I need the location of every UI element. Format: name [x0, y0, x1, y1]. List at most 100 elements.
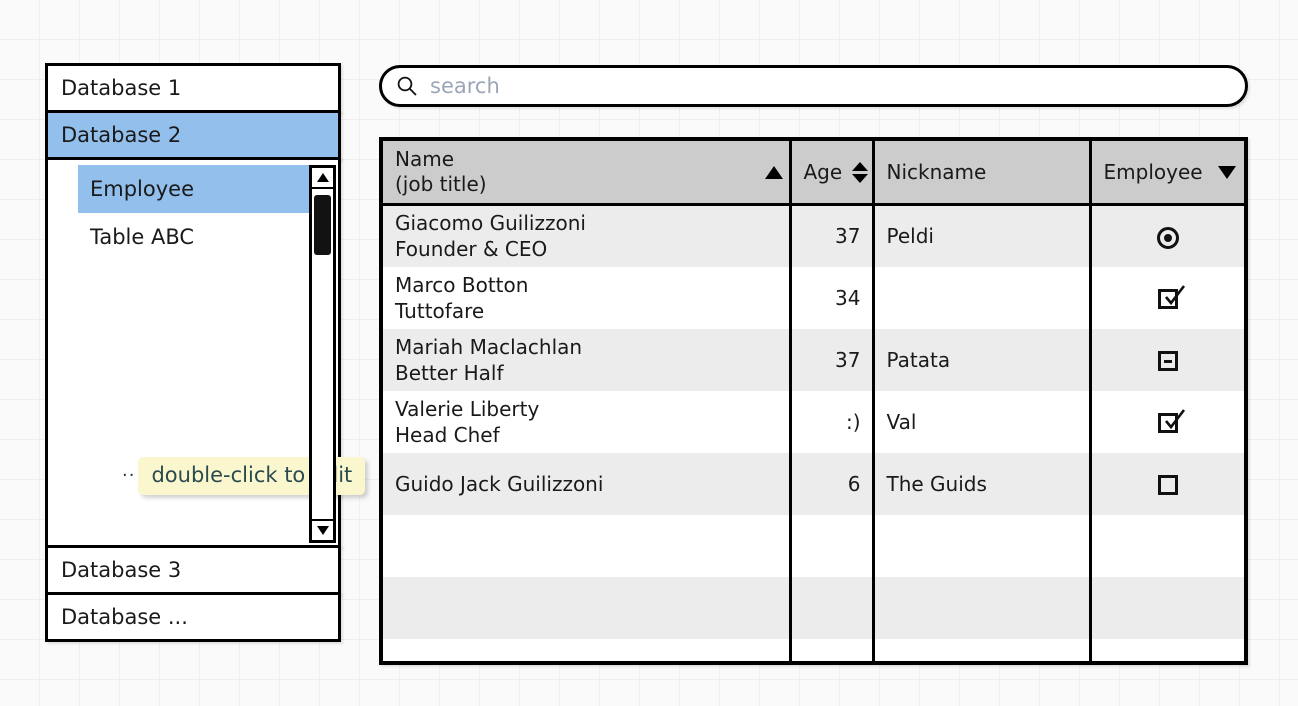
row-job-title: Better Half — [395, 360, 504, 385]
cell-employee — [1090, 638, 1244, 661]
row-name: Mariah Maclachlan — [395, 334, 583, 359]
cell-nickname — [873, 266, 1092, 329]
cell-employee — [1090, 266, 1244, 329]
table-header-row: Name (job title) Age Nickname Employee — [383, 141, 1244, 206]
row-job-title: Head Chef — [395, 422, 500, 447]
checkbox-empty-icon[interactable] — [1157, 475, 1178, 495]
row-age: 37 — [835, 224, 861, 249]
cell-employee — [1090, 514, 1244, 577]
cell-nickname: Val — [873, 390, 1092, 453]
checkbox-checked-icon[interactable] — [1157, 285, 1185, 309]
employee-table: Name (job title) Age Nickname Employee G… — [379, 137, 1248, 665]
triangle-down-icon[interactable] — [1218, 165, 1236, 179]
cell-employee — [1090, 452, 1244, 515]
sidebar-item-database-3[interactable]: Database 3 — [45, 545, 341, 595]
row-name: Guido Jack Guilizzoni — [395, 471, 604, 496]
tree-item-employee[interactable]: Employee — [78, 165, 322, 213]
table-row[interactable] — [383, 638, 1244, 661]
sidebar-item-label: Database 1 — [61, 76, 182, 100]
cell-age: 6 — [790, 452, 875, 515]
tree-item-label: Table ABC — [90, 225, 195, 249]
triangle-up-icon[interactable] — [764, 165, 783, 179]
database-sidebar: Database 1 Database 2 Employee Table ABC… — [45, 63, 366, 642]
cell-age: 34 — [790, 266, 875, 329]
tree-item-label: Employee — [90, 177, 195, 201]
row-age: :) — [845, 409, 861, 434]
cell-name: Valerie Liberty Head Chef — [383, 390, 792, 453]
row-name: Valerie Liberty — [395, 396, 540, 421]
cell-age — [790, 514, 875, 577]
row-nickname: Patata — [886, 347, 951, 372]
column-header-age[interactable]: Age — [790, 141, 875, 206]
cell-nickname — [873, 514, 1092, 577]
row-name: Giacomo Guilizzoni — [395, 211, 586, 236]
cell-name: Guido Jack Guilizzoni — [383, 452, 792, 515]
checkbox-checked-icon[interactable] — [1157, 409, 1185, 433]
triangle-down-icon — [316, 526, 329, 535]
table-row[interactable]: Guido Jack Guilizzoni 6 The Guids — [383, 452, 1244, 515]
cell-age — [790, 638, 875, 661]
column-header-nickname[interactable]: Nickname — [873, 141, 1092, 206]
row-age: 37 — [835, 347, 861, 372]
cell-age: :) — [790, 390, 875, 453]
table-row[interactable]: Marco Botton Tuttofare 34 — [383, 266, 1244, 329]
row-nickname: Val — [886, 409, 917, 434]
search-bar[interactable] — [379, 65, 1248, 107]
cell-name — [383, 514, 792, 577]
sort-updown-icon[interactable] — [851, 161, 868, 183]
sidebar-item-label: Database ... — [61, 605, 188, 629]
cell-nickname — [873, 638, 1092, 661]
search-icon — [397, 76, 417, 96]
cell-name: Mariah Maclachlan Better Half — [383, 328, 792, 391]
cell-age — [790, 576, 875, 639]
search-input[interactable] — [430, 74, 1190, 98]
tree-item-table-abc[interactable]: Table ABC — [78, 213, 322, 261]
sidebar-item-database-1[interactable]: Database 1 — [45, 63, 341, 113]
sidebar-item-label: Database 2 — [61, 123, 182, 147]
column-header-sublabel: (job title) — [395, 172, 487, 196]
row-nickname: The Guids — [886, 471, 987, 496]
column-header-employee[interactable]: Employee — [1090, 141, 1244, 206]
database-tree-panel: Employee Table ABC ·· double-click to ed… — [45, 157, 366, 548]
scrollbar-thumb[interactable] — [314, 195, 331, 255]
column-header-label: Employee — [1103, 160, 1203, 184]
scrollbar-down-button[interactable] — [312, 519, 333, 540]
cell-employee — [1090, 576, 1244, 639]
table-row[interactable]: Mariah Maclachlan Better Half 37 Patata — [383, 328, 1244, 391]
cell-name: Giacomo Guilizzoni Founder & CEO — [383, 204, 792, 267]
sidebar-item-database-2[interactable]: Database 2 — [45, 110, 341, 160]
tooltip-dots: ·· — [122, 465, 136, 486]
cell-nickname: Peldi — [873, 204, 1092, 267]
cell-name — [383, 576, 792, 639]
cell-age: 37 — [790, 204, 875, 267]
sidebar-item-label: Database 3 — [61, 558, 182, 582]
table-row[interactable]: Valerie Liberty Head Chef:) Val — [383, 390, 1244, 453]
table-row[interactable]: Giacomo Guilizzoni Founder & CEO 37 Peldi — [383, 204, 1244, 267]
radio-selected-icon[interactable] — [1156, 226, 1179, 249]
sidebar-item-database-more[interactable]: Database ... — [45, 592, 341, 642]
column-header-name[interactable]: Name (job title) — [383, 141, 792, 206]
cell-nickname — [873, 576, 1092, 639]
cell-employee — [1090, 328, 1244, 391]
scrollbar-up-button[interactable] — [312, 168, 333, 189]
cell-name: Marco Botton Tuttofare — [383, 266, 792, 329]
column-header-label: Name — [395, 147, 455, 171]
row-name: Marco Botton — [395, 272, 529, 297]
column-header-label: Age — [803, 160, 843, 184]
row-job-title: Tuttofare — [395, 298, 485, 323]
cell-employee — [1090, 390, 1244, 453]
table-row[interactable] — [383, 514, 1244, 577]
cell-nickname: The Guids — [873, 452, 1092, 515]
tree-scrollbar[interactable] — [309, 165, 336, 543]
row-nickname: Peldi — [886, 224, 934, 249]
checkbox-indeterminate-icon[interactable] — [1157, 351, 1178, 371]
cell-age: 37 — [790, 328, 875, 391]
cell-nickname: Patata — [873, 328, 1092, 391]
table-row[interactable] — [383, 576, 1244, 639]
row-age: 34 — [835, 285, 861, 310]
cell-name — [383, 638, 792, 661]
triangle-up-icon — [316, 173, 329, 182]
row-job-title: Founder & CEO — [395, 237, 548, 262]
row-age: 6 — [847, 471, 861, 496]
cell-employee — [1090, 204, 1244, 267]
